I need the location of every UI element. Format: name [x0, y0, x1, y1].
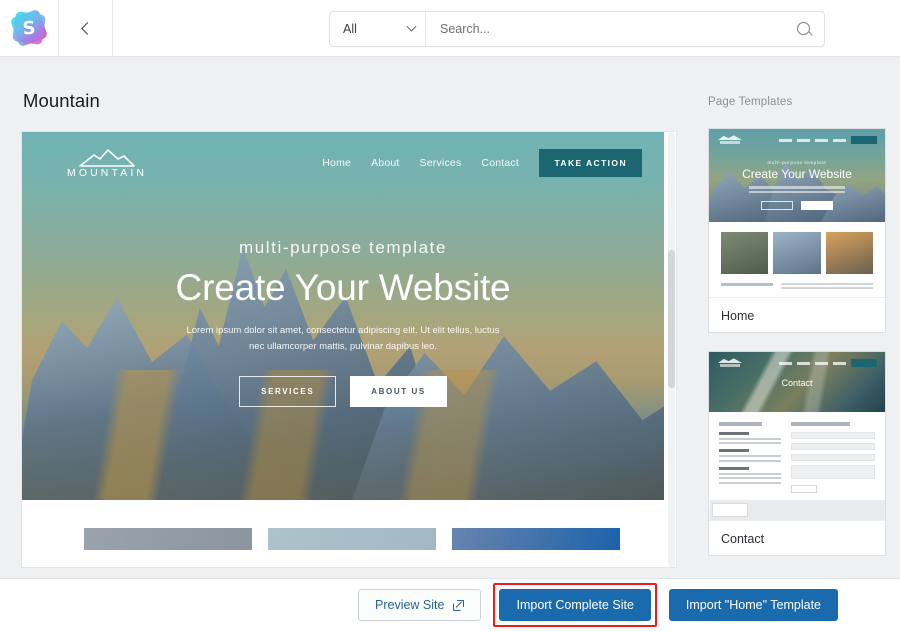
action-bar: Preview Site Import Complete Site Import… — [0, 578, 900, 631]
template-card-home[interactable]: multi-purpose template Create Your Websi… — [708, 128, 886, 333]
preview-hero-buttons: SERVICES ABOUT US — [22, 376, 664, 408]
preview-feature-cards — [84, 528, 620, 550]
preview-site-label: Preview Site — [375, 598, 445, 612]
thumb-contact-body — [709, 412, 885, 493]
search-field — [426, 12, 824, 46]
preview-scrollbar-thumb[interactable] — [668, 250, 675, 388]
thumb-headline: Create Your Website — [742, 167, 852, 181]
thumb-gallery-image-1 — [721, 232, 769, 274]
app-logo[interactable]: S — [0, 0, 58, 57]
import-complete-site-button[interactable]: Import Complete Site — [499, 589, 651, 621]
preview-brand-name: MOUNTAIN — [67, 167, 148, 179]
thumb-navbar-contact — [779, 359, 877, 367]
page-templates-heading: Page Templates — [708, 96, 793, 108]
chevron-down-icon — [406, 21, 417, 32]
external-link-icon — [453, 599, 465, 611]
thumb-map-infocard — [712, 502, 748, 517]
site-preview-panel[interactable]: MOUNTAIN Home About Services Contact TAK… — [22, 132, 676, 567]
thumb-map — [709, 499, 885, 520]
preview-site-navbar: MOUNTAIN Home About Services Contact TAK… — [22, 145, 664, 185]
import-complete-site-highlight: Import Complete Site — [493, 583, 657, 627]
thumb-gallery-image-2 — [773, 232, 821, 274]
page-title: Mountain — [23, 90, 100, 111]
template-thumbnail-contact: Contact — [709, 352, 885, 520]
template-thumbnail-home: multi-purpose template Create Your Websi… — [709, 129, 885, 297]
mountain-logo-icon — [79, 149, 135, 167]
preview-nav-about[interactable]: About — [371, 157, 399, 169]
thumb-hero-contact: Contact — [709, 352, 885, 412]
search-icon[interactable] — [797, 22, 810, 35]
thumb-logo-icon-contact — [718, 358, 744, 368]
preview-site-brand[interactable]: MOUNTAIN — [67, 148, 147, 179]
preview-services-button[interactable]: SERVICES — [239, 376, 337, 408]
preview-scrollbar[interactable] — [668, 132, 675, 567]
preview-take-action-button[interactable]: TAKE ACTION — [539, 149, 642, 177]
starter-templates-logo-icon: S — [9, 8, 49, 48]
thumb-navbar — [779, 136, 877, 144]
preview-site-button[interactable]: Preview Site — [358, 589, 482, 621]
search-bar: All — [329, 11, 825, 47]
thumb-caption-right — [781, 283, 873, 291]
preview-nav-menu: Home About Services Contact — [322, 157, 519, 169]
thumb-caption-row — [709, 274, 885, 291]
search-category-value: All — [343, 22, 357, 36]
template-card-contact[interactable]: Contact Contact — [708, 351, 886, 556]
preview-hero-section: MOUNTAIN Home About Services Contact TAK… — [22, 132, 664, 500]
thumb-cta-button — [851, 136, 877, 144]
chevron-left-icon — [80, 21, 94, 35]
thumb-get-in-touch-column — [719, 422, 781, 493]
preview-hero-headline: Create Your Website — [175, 267, 511, 308]
thumb-page-title: Contact — [781, 378, 813, 388]
thumb-hero-buttons — [709, 201, 885, 210]
thumb-subtext — [739, 184, 855, 195]
template-card-label-contact: Contact — [709, 520, 885, 555]
preview-below-hero-section — [22, 500, 664, 567]
app-topbar: S All — [0, 0, 900, 57]
content-area: Mountain Page Templates MOUNTAIN Home Ab… — [0, 57, 900, 578]
preview-hero-eyebrow: multi-purpose template — [238, 238, 448, 257]
thumb-submit-button — [791, 484, 817, 493]
preview-hero-content: MOUNTAIN Home About Services Contact TAK… — [22, 132, 664, 500]
thumb-logo-icon — [718, 135, 744, 145]
preview-nav-contact[interactable]: Contact — [481, 157, 519, 169]
preview-nav-services[interactable]: Services — [420, 157, 462, 169]
preview-about-us-button[interactable]: ABOUT US — [350, 376, 447, 408]
preview-hero-copy: multi-purpose template Create Your Websi… — [22, 238, 664, 408]
thumb-eyebrow: multi-purpose template — [767, 160, 827, 165]
import-home-template-button[interactable]: Import "Home" Template — [668, 589, 838, 621]
thumb-gallery — [709, 222, 885, 274]
logo-letter: S — [21, 17, 37, 39]
search-input[interactable] — [440, 12, 810, 46]
back-button[interactable] — [58, 0, 113, 57]
thumb-hero-home: multi-purpose template Create Your Websi… — [709, 129, 885, 222]
search-category-select[interactable]: All — [330, 12, 426, 46]
thumb-caption-left — [721, 283, 773, 286]
preview-hero-subtext: Lorem ipsum dolor sit amet, consectetur … — [186, 325, 500, 352]
preview-nav-home[interactable]: Home — [322, 157, 351, 169]
preview-feature-card-2[interactable] — [268, 528, 436, 550]
thumb-gallery-image-3 — [825, 232, 873, 274]
preview-feature-card-1[interactable] — [84, 528, 252, 550]
thumb-message-form-column — [791, 422, 875, 493]
preview-feature-card-3[interactable] — [452, 528, 620, 550]
template-card-label-home: Home — [709, 297, 885, 332]
